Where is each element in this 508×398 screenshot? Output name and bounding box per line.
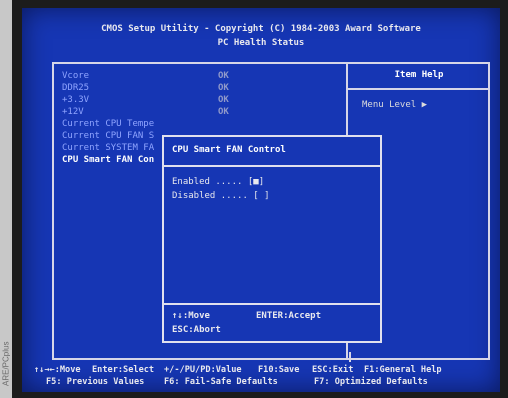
- copyright-line: CMOS Setup Utility - Copyright (C) 1984-…: [101, 24, 421, 34]
- popup-title-divider: [164, 165, 380, 167]
- row-label: +3.3V: [62, 95, 90, 105]
- popup-title: CPU Smart FAN Control: [172, 145, 286, 155]
- row-label: Current CPU FAN S: [62, 131, 155, 141]
- menu-level-label: Menu Level ▶: [362, 100, 428, 110]
- key-previous-values: F5: Previous Values: [46, 377, 145, 387]
- key-save: F10:Save: [258, 365, 300, 375]
- bios-header: CMOS Setup Utility - Copyright (C) 1984-…: [22, 22, 500, 50]
- smart-fan-popup: CPU Smart FAN Control Enabled ..... [■] …: [162, 135, 382, 343]
- row-value: OK: [218, 107, 229, 117]
- row-label: Vcore: [62, 71, 90, 81]
- row-value: OK: [218, 83, 229, 93]
- divider-tick: [349, 352, 351, 362]
- photo-credit: ARE/PCplus: [1, 341, 11, 387]
- popup-esc-hint: ESC:Abort: [172, 325, 221, 335]
- key-move: ↑↓→←:Move: [34, 365, 81, 375]
- row-value: OK: [218, 95, 229, 105]
- key-optimized-defaults: F7: Optimized Defaults: [314, 377, 428, 387]
- row-label: CPU Smart FAN Con: [62, 155, 155, 165]
- help-title-divider: [346, 88, 490, 90]
- item-help-title: Item Help: [394, 70, 444, 80]
- row-label: Current SYSTEM FA: [62, 143, 155, 153]
- option-disabled[interactable]: Disabled ..... [ ]: [172, 191, 270, 201]
- key-fail-safe-defaults: F6: Fail-Safe Defaults: [164, 377, 278, 387]
- option-enabled[interactable]: Enabled ..... [■]: [172, 177, 264, 187]
- row-label: +12V: [62, 107, 84, 117]
- row-value: OK: [218, 71, 229, 81]
- popup-move-hint: ↑↓:Move: [172, 311, 210, 321]
- row-label: DDR25: [62, 83, 90, 93]
- row-label: Current CPU Tempe: [62, 119, 155, 129]
- key-value: +/-/PU/PD:Value: [164, 365, 242, 375]
- key-select: Enter:Select: [92, 365, 155, 375]
- key-exit: ESC:Exit: [312, 365, 354, 375]
- key-general-help: F1:General Help: [364, 365, 442, 375]
- popup-footer-divider: [164, 303, 380, 305]
- popup-enter-hint: ENTER:Accept: [256, 311, 322, 321]
- page-title: PC Health Status: [217, 38, 305, 48]
- bios-screen: CMOS Setup Utility - Copyright (C) 1984-…: [22, 8, 500, 392]
